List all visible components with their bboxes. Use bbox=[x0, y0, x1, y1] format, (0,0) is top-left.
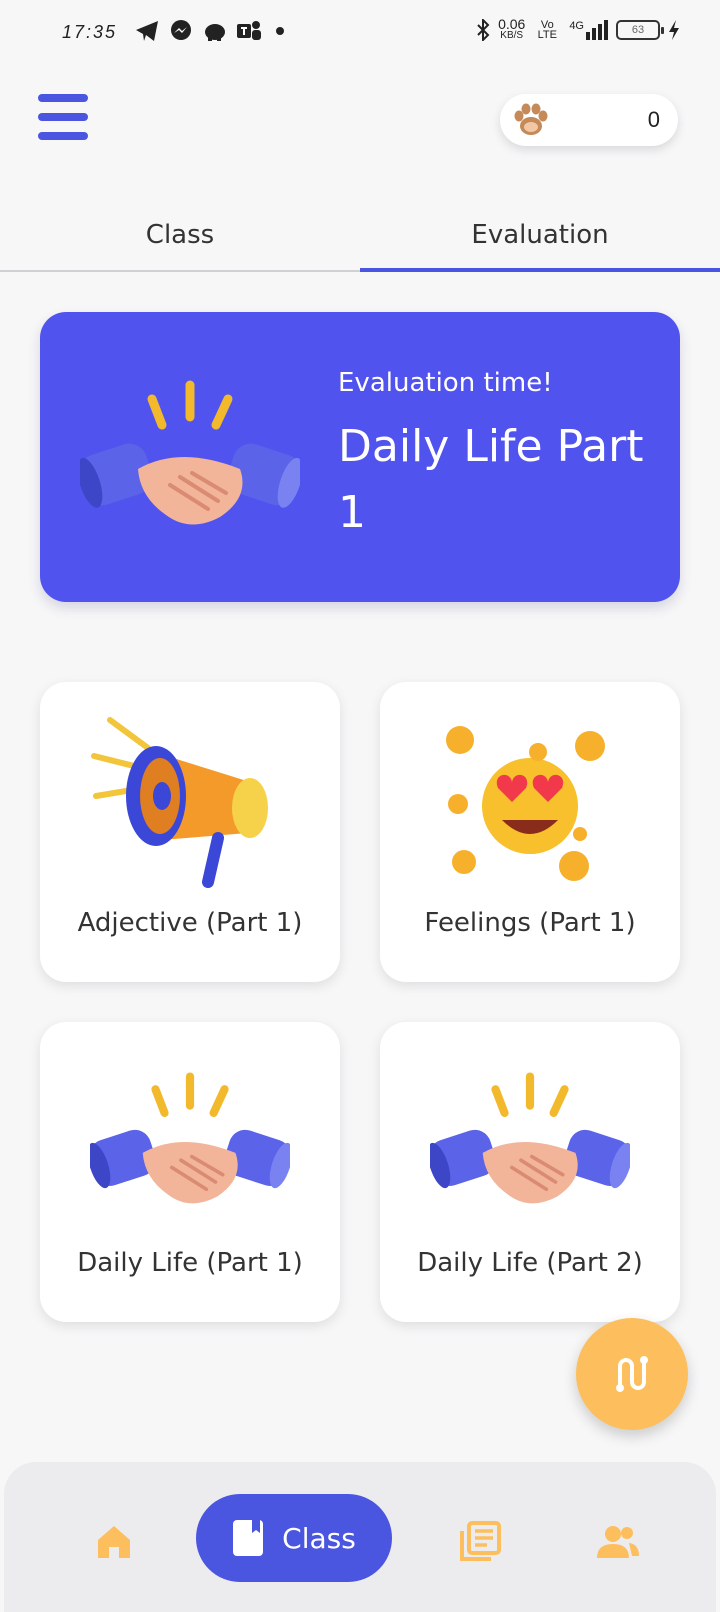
speed-unit: KB/S bbox=[500, 30, 524, 41]
piggy-bank-icon bbox=[202, 18, 228, 44]
teams-icon bbox=[236, 18, 262, 44]
card-label: Daily Life (Part 2) bbox=[417, 1248, 643, 1278]
hero-title: Daily Life Part 1 bbox=[338, 421, 644, 538]
tab-class[interactable]: Class bbox=[0, 200, 360, 270]
handshake-icon bbox=[430, 1072, 630, 1204]
charging-icon bbox=[669, 20, 679, 40]
friends-icon bbox=[597, 1526, 639, 1558]
status-time: 17:35 bbox=[62, 22, 118, 42]
nav-friends[interactable] bbox=[588, 1512, 648, 1572]
card-daily-life-part-1[interactable]: Daily Life (Part 1) bbox=[40, 1022, 340, 1322]
battery-indicator: 63 bbox=[616, 20, 664, 40]
menu-button[interactable] bbox=[38, 94, 88, 140]
volte-indicator: Vo LTE bbox=[533, 20, 561, 41]
signal-icon: 4G bbox=[569, 20, 608, 40]
speed-value: 0.06 bbox=[498, 16, 526, 32]
lessons-icon bbox=[460, 1521, 501, 1561]
route-icon bbox=[616, 1356, 648, 1392]
tab-evaluation[interactable]: Evaluation bbox=[360, 200, 720, 272]
menu-bar bbox=[38, 113, 88, 121]
nav-home[interactable] bbox=[84, 1512, 144, 1572]
handshake-icon bbox=[80, 380, 300, 525]
bottom-navigation: Class bbox=[4, 1462, 716, 1612]
book-icon bbox=[233, 1520, 264, 1556]
card-label: Feelings (Part 1) bbox=[424, 908, 636, 938]
more-notifications-dot bbox=[276, 27, 284, 35]
bluetooth-icon bbox=[477, 19, 490, 41]
menu-bar bbox=[38, 132, 88, 140]
volte-bottom: LTE bbox=[537, 29, 557, 41]
megaphone-icon bbox=[91, 717, 268, 888]
notification-icons bbox=[134, 18, 284, 44]
nav-class[interactable]: Class bbox=[196, 1494, 392, 1582]
nav-class-label: Class bbox=[282, 1521, 356, 1555]
heart-eyes-emoji-icon bbox=[446, 726, 605, 881]
hero-subtitle: Evaluation time! bbox=[338, 368, 553, 398]
network-type: 4G bbox=[569, 20, 584, 32]
score-value: 0 bbox=[647, 107, 660, 132]
system-status: 0.06 KB/S Vo LTE 4G 63 bbox=[476, 16, 680, 42]
menu-bar bbox=[38, 94, 88, 102]
card-adjective-part-1[interactable]: Adjective (Part 1) bbox=[40, 682, 340, 982]
paw-score-pill[interactable]: 0 bbox=[500, 94, 678, 146]
route-fab-button[interactable] bbox=[576, 1318, 688, 1430]
card-label: Adjective (Part 1) bbox=[77, 908, 303, 938]
messenger-icon bbox=[168, 18, 194, 44]
tab-bar: Class Evaluation bbox=[0, 200, 720, 272]
handshake-icon bbox=[90, 1072, 290, 1204]
telegram-icon bbox=[134, 18, 160, 44]
status-bar: 17:35 0.06 KB/S Vo LTE 4G 63 bbox=[0, 0, 720, 66]
card-daily-life-part-2[interactable]: Daily Life (Part 2) bbox=[380, 1022, 680, 1322]
card-label: Daily Life (Part 1) bbox=[77, 1248, 303, 1278]
nav-lessons[interactable] bbox=[450, 1512, 510, 1572]
paw-icon bbox=[514, 103, 548, 135]
evaluation-hero-card[interactable]: Evaluation time! Daily Life Part 1 bbox=[40, 312, 680, 602]
home-icon bbox=[98, 1526, 130, 1558]
network-speed: 0.06 KB/S bbox=[498, 16, 526, 42]
card-feelings-part-1[interactable]: Feelings (Part 1) bbox=[380, 682, 680, 982]
